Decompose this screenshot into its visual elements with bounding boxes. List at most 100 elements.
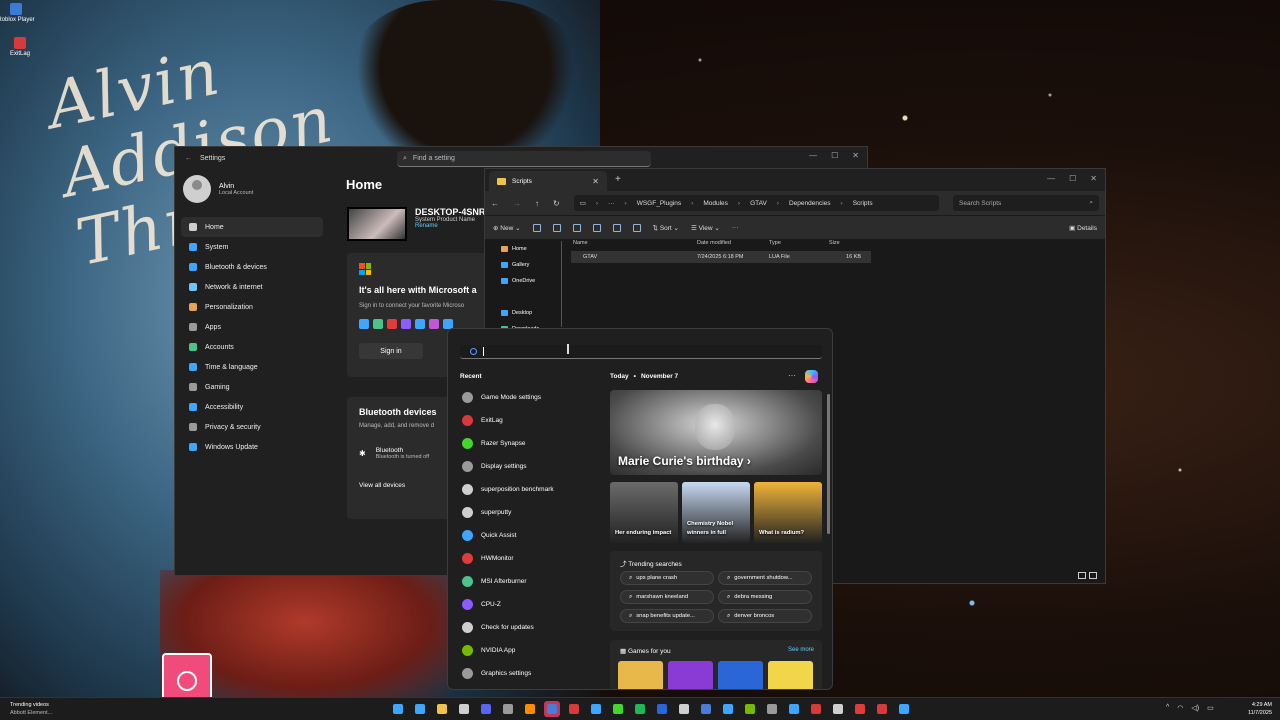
sidebar-item-network-internet[interactable]: Network & internet [181,277,323,297]
game-tile[interactable] [668,661,713,689]
view-button[interactable]: ☰ View ⌄ [691,224,720,232]
sidebar-item-system[interactable]: System [181,237,323,257]
sidebar-item-gaming[interactable]: Gaming [181,377,323,397]
story-card[interactable]: What is radium? [754,482,822,543]
sidebar-item-personalization[interactable]: Personalization [181,297,323,317]
trending-chip[interactable]: ⌕ denver broncos [718,609,812,623]
recent-item[interactable]: Quick Assist [462,524,602,547]
maximize-icon[interactable]: ☐ [1069,174,1076,183]
breadcrumb-item[interactable]: WSGF_Plugins [637,200,681,207]
taskbar-app[interactable] [676,701,692,717]
settings-search-input[interactable]: ⌕ Find a setting [397,151,651,167]
trending-chip[interactable]: ⌕ government shutdow... [718,571,812,585]
back-arrow-icon[interactable]: ← [185,155,192,162]
taskbar-app[interactable] [654,701,670,717]
explorer-search-input[interactable]: Search Scripts ⌕ [953,195,1099,211]
back-icon[interactable]: ← [491,199,499,208]
breadcrumb-item[interactable]: Dependencies [789,200,831,207]
table-row[interactable]: GTAV 7/24/2025 6:18 PM LUA File 16 KB [571,251,871,263]
user-profile[interactable]: Alvin Local Account [183,175,253,203]
breadcrumb-item[interactable]: GTAV [750,200,767,207]
column-header[interactable]: Type [769,240,829,246]
details-button[interactable]: ▣ Details [1069,224,1097,232]
trending-chip[interactable]: ⌕ snap benefits update... [620,609,714,623]
sign-in-button[interactable]: Sign in [359,343,423,359]
maximize-icon[interactable]: ☐ [831,151,838,160]
nav-item[interactable]: OneDrive [489,273,559,289]
cut-icon[interactable] [532,223,541,232]
taskbar-app[interactable] [544,701,560,717]
story-card[interactable]: Chemistry Nobel winners in full [682,482,750,543]
taskbar-app[interactable] [566,701,582,717]
minimize-icon[interactable]: — [809,151,817,160]
rename-icon[interactable] [592,223,601,232]
recent-item[interactable]: Check for updates [462,616,602,639]
widgets-button[interactable]: Trending videos Abbott Element... [10,701,52,717]
rename-link[interactable]: Rename [415,223,492,229]
column-header[interactable]: Date modified [697,240,769,246]
start-button[interactable] [390,701,406,717]
taskbar-app[interactable] [764,701,780,717]
desktop-icon[interactable]: ExitLag [0,37,40,57]
story-card[interactable]: Her enduring impact [610,482,678,543]
clock[interactable]: 4:29 AM 11/7/2025 [1236,701,1272,717]
taskbar-app[interactable] [742,701,758,717]
nav-item[interactable]: Home [489,241,559,257]
recent-item[interactable]: Game Mode settings [462,386,602,409]
close-icon[interactable]: ✕ [852,151,859,160]
game-tile[interactable] [768,661,813,689]
taskbar-app[interactable] [610,701,626,717]
volume-icon[interactable]: ◁) [1191,704,1199,712]
new-button[interactable]: ⊕ New ⌄ [493,224,521,232]
copy-icon[interactable] [552,223,561,232]
taskbar-app[interactable] [500,701,516,717]
taskbar-app[interactable] [896,701,912,717]
recent-item[interactable]: superposition benchmark [462,478,602,501]
start-search-panel[interactable]: Recent Game Mode settings ExitLag Razer Sy… [447,328,833,690]
trending-chip[interactable]: ⌕ ups plane crash [620,571,714,585]
up-icon[interactable]: ↑ [535,199,539,208]
delete-icon[interactable] [632,223,641,232]
hero-card[interactable]: Marie Curie's birthday › [610,390,822,475]
recent-item[interactable]: Razer Synapse [462,432,602,455]
details-view-icon[interactable] [1078,572,1086,579]
desktop-icon[interactable]: Roblox Player [0,3,36,23]
nav-item[interactable]: Desktop [489,305,559,321]
taskbar-app[interactable] [588,701,604,717]
recent-item[interactable]: HWMonitor [462,547,602,570]
scrollbar[interactable] [827,394,830,534]
recent-item[interactable]: Display settings [462,455,602,478]
sidebar-item-windows-update[interactable]: Windows Update [181,437,323,457]
recent-item[interactable]: superputty [462,501,602,524]
sidebar-item-apps[interactable]: Apps [181,317,323,337]
recent-item[interactable]: CPU-Z [462,593,602,616]
recent-item[interactable]: ExitLag [462,409,602,432]
recent-item[interactable]: Graphics settings [462,662,602,685]
tiles-view-icon[interactable] [1089,572,1097,579]
forward-icon[interactable]: → [513,199,521,208]
taskbar-app[interactable] [412,701,428,717]
more-options-icon[interactable]: ··· [732,224,739,231]
sidebar-item-bluetooth-devices[interactable]: Bluetooth & devices [181,257,323,277]
new-tab-icon[interactable]: + [615,174,621,185]
taskbar-app[interactable] [786,701,802,717]
recent-item[interactable]: MSI Afterburner [462,570,602,593]
taskbar-app[interactable] [874,701,890,717]
minimize-icon[interactable]: — [1047,174,1055,183]
taskbar-app[interactable] [720,701,736,717]
taskbar-app[interactable] [522,701,538,717]
recent-item[interactable]: NVIDIA App [462,639,602,662]
battery-icon[interactable]: ▭ [1207,704,1214,712]
taskbar-app[interactable] [456,701,472,717]
taskbar-app[interactable] [830,701,846,717]
game-tile[interactable] [718,661,763,689]
game-tile[interactable] [618,661,663,689]
paste-icon[interactable] [572,223,581,232]
sidebar-item-accounts[interactable]: Accounts [181,337,323,357]
close-tab-icon[interactable]: ✕ [592,177,599,186]
refresh-icon[interactable]: ↻ [553,199,560,208]
sidebar-item-accessibility[interactable]: Accessibility [181,397,323,417]
close-icon[interactable]: ✕ [1090,174,1097,183]
sidebar-item-time-language[interactable]: Time & language [181,357,323,377]
sidebar-item-home[interactable]: Home [181,217,323,237]
